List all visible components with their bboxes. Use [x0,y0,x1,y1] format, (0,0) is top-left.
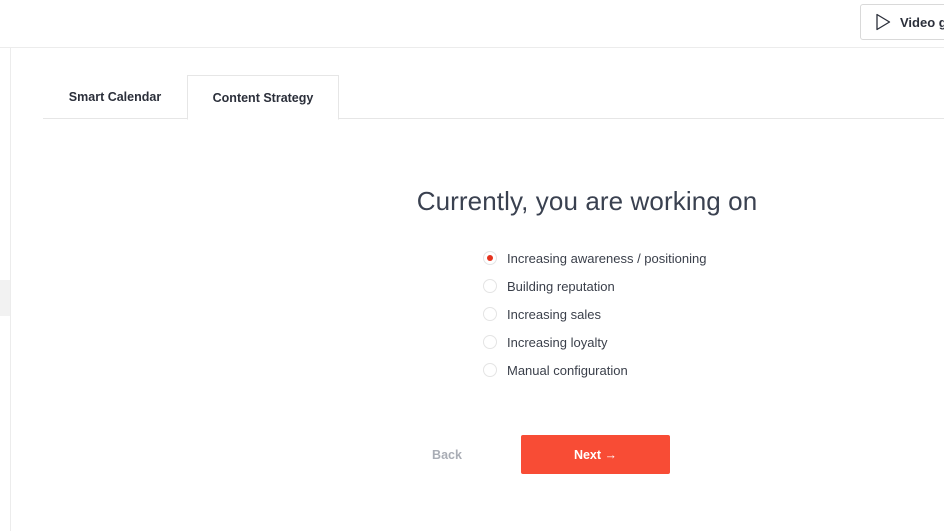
tab-smart-calendar[interactable]: Smart Calendar [43,75,187,119]
option-manual-configuration[interactable]: Manual configuration [483,356,706,384]
next-button[interactable]: Next → [521,435,670,474]
back-button[interactable]: Back [417,436,477,474]
radio-dot [487,255,493,261]
option-label: Building reputation [507,278,615,294]
tab-content-strategy[interactable]: Content Strategy [187,75,339,120]
radio-button-selected[interactable] [483,251,497,265]
video-guide-label: Video gu [900,14,944,30]
option-increasing-loyalty[interactable]: Increasing loyalty [483,328,706,356]
radio-button[interactable] [483,307,497,321]
top-bar: Video gu [0,0,944,48]
video-guide-button[interactable]: Video gu [860,4,944,40]
option-increasing-sales[interactable]: Increasing sales [483,300,706,328]
option-building-reputation[interactable]: Building reputation [483,272,706,300]
sidebar-active-marker [0,280,10,316]
option-increasing-awareness[interactable]: Increasing awareness / positioning [483,244,706,272]
tab-bar: Smart Calendar Content Strategy [43,75,944,120]
option-label: Manual configuration [507,362,628,378]
radio-button[interactable] [483,279,497,293]
radio-button[interactable] [483,363,497,377]
radio-button[interactable] [483,335,497,349]
left-sidebar-rail [0,48,11,531]
play-icon [875,13,891,31]
option-label: Increasing awareness / positioning [507,250,707,266]
page-title: Currently, you are working on [416,186,758,216]
option-label: Increasing loyalty [507,334,608,350]
goal-radio-group: Increasing awareness / positioning Build… [483,244,706,384]
option-label: Increasing sales [507,306,601,322]
